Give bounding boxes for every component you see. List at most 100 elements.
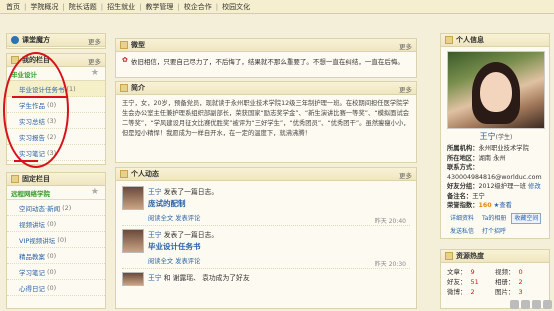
stat-value: 2: [518, 278, 523, 286]
star-icon[interactable]: ★: [91, 68, 99, 78]
feed-user-link[interactable]: 王宁: [148, 274, 162, 282]
tray-icon[interactable]: [521, 300, 530, 309]
annotation-strike: [14, 160, 38, 162]
list-item[interactable]: 学习笔记 (0): [7, 264, 105, 280]
profile-buttons: 详细资料 Ta的相册 收藏空间: [447, 212, 547, 225]
profile-buttons-2: 发送私信 打个招呼: [447, 226, 547, 238]
resource-header: 资源热度: [441, 250, 549, 263]
magic-cube-icon: [11, 36, 19, 44]
stat-value: 9: [470, 268, 475, 276]
stat-value: 0: [518, 268, 523, 276]
list-item-count: (0): [47, 283, 57, 292]
avatar[interactable]: [122, 272, 144, 286]
detail-button[interactable]: 详细资料: [447, 213, 477, 225]
feed-links[interactable]: 阅读全文 发表评论: [148, 213, 218, 222]
class-label: 好友分组：: [447, 183, 479, 190]
list-item-count: (0): [47, 251, 57, 260]
column-icon: [11, 175, 19, 183]
category-title[interactable]: 毕业设计 ★: [7, 67, 105, 81]
feed-line: 王宁 和 谢露瑶、 袁功成为了好友: [148, 272, 250, 282]
fixed-column-title: 固定栏目: [22, 175, 50, 183]
list-item-label: 实习总结: [19, 117, 45, 126]
list-item-count: (0): [47, 100, 57, 109]
feed-time: 昨天 20:40: [374, 218, 406, 225]
feed-links[interactable]: 阅读全文 发表评论: [148, 256, 218, 265]
avatar[interactable]: [122, 186, 144, 210]
nav-item-admission[interactable]: 招生就业: [107, 2, 135, 12]
note-name-label: 备注名：: [447, 192, 473, 200]
stats-row: 文章： 9 视频： 0: [447, 266, 543, 276]
greet-button[interactable]: 打个招呼: [479, 226, 509, 238]
tray-icon[interactable]: [510, 300, 519, 309]
intro-icon: [120, 84, 128, 92]
class-panel-header: 课堂魔方 更多: [7, 34, 105, 47]
profile-photo[interactable]: [447, 51, 545, 129]
class-panel: 课堂魔方 更多: [6, 33, 106, 49]
resource-icon: [445, 252, 453, 260]
stats-row: 微博： 2 图片： 3: [447, 286, 543, 296]
list-item[interactable]: 实习笔记 (3): [7, 145, 105, 161]
my-column-more-link[interactable]: 更多: [88, 56, 101, 66]
list-item[interactable]: 精品教案 (0): [7, 248, 105, 264]
honor-value: 160: [478, 202, 492, 209]
profile-name: 王宁(学生): [441, 131, 551, 142]
feed-item: 王宁 和 谢露瑶、 袁功成为了好友: [122, 269, 410, 289]
list-item[interactable]: 视频讲坛 (0): [7, 216, 105, 232]
region-label: 所在地区：: [447, 154, 479, 162]
list-item[interactable]: 毕业设计任务书 (1): [7, 81, 105, 97]
stat-label: 微博：: [447, 288, 467, 296]
nav-item-teaching[interactable]: 教学管理: [145, 2, 173, 12]
collect-space-button[interactable]: 收藏空间: [511, 212, 542, 224]
message-button[interactable]: 发送私信: [447, 226, 477, 238]
resource-title: 资源热度: [456, 252, 484, 260]
list-item[interactable]: 心得日记 (0): [7, 280, 105, 296]
stat-value: 3: [518, 288, 523, 296]
list-item[interactable]: 空间动态·新闻 (2): [7, 200, 105, 216]
profile-header: 个人信息: [441, 34, 549, 47]
nav-item-cooperation[interactable]: 校企合作: [184, 2, 212, 12]
feed-user-link[interactable]: 王宁: [148, 188, 162, 196]
list-item-label: 实习笔记: [19, 149, 45, 158]
tray-icon[interactable]: [532, 300, 541, 309]
feed-title-link[interactable]: 毕业设计任务书: [148, 241, 218, 252]
intro-more-link[interactable]: 更多: [399, 84, 412, 94]
list-item[interactable]: 实习报告 (2): [7, 129, 105, 145]
list-item[interactable]: VIP视频讲坛 (0): [7, 232, 105, 248]
list-item-label: 视频讲坛: [19, 220, 45, 229]
nav-item-home[interactable]: 首页: [6, 2, 20, 12]
profile-panel: 个人信息 王宁(学生) 所属机构：永州职业技术学院 所在地区：湖南 永州 联系方…: [440, 33, 550, 239]
dynamics-header: 个人动态 更多: [116, 168, 416, 181]
feed-user-link[interactable]: 王宁: [148, 231, 162, 239]
stat-label: 好友：: [447, 278, 467, 286]
stat-label: 图片：: [495, 288, 515, 296]
list-item-label: 学习笔记: [19, 268, 45, 277]
dynamics-panel: 个人动态 更多 王宁 发表了一篇日志。 庞试的配制 阅读全文 发表评论 昨天 2…: [115, 167, 417, 309]
dynamics-more-link[interactable]: 更多: [399, 170, 412, 180]
tray-icon[interactable]: [543, 300, 552, 309]
nav-item-overview[interactable]: 学院概况: [30, 2, 58, 12]
class-panel-more-link[interactable]: 更多: [88, 36, 101, 46]
nav-item-culture[interactable]: 校园文化: [222, 2, 250, 12]
avatar[interactable]: [122, 229, 144, 253]
category-title[interactable]: 远程网络学院 ★: [7, 186, 105, 200]
fixed-column-header: 固定栏目: [7, 173, 105, 186]
list-item[interactable]: 实习总结 (3): [7, 113, 105, 129]
mood-text: 依旧相信，只要自己尽力了，不后悔了，结果就不那么重要了。不想一直在纠结，一直在后…: [130, 58, 404, 66]
album-button[interactable]: Ta的相册: [479, 213, 509, 225]
list-item-count: (2): [62, 203, 72, 212]
contact-value: 430004984816@worlduc.com: [447, 173, 542, 181]
region-value: 湖南 永州: [478, 154, 506, 162]
nav-item-president[interactable]: 院长话题: [69, 2, 97, 12]
class-edit-link[interactable]: 修改: [528, 183, 541, 190]
list-item-count: (0): [47, 267, 57, 276]
dynamics-title: 个人动态: [131, 170, 159, 178]
honor-view-link[interactable]: ★查看: [494, 202, 512, 209]
feed-title-link[interactable]: 庞试的配制: [148, 198, 218, 209]
mood-more-link[interactable]: 更多: [399, 41, 412, 51]
stat-label: 文章：: [447, 268, 467, 276]
list-item[interactable]: 学生作品 (0): [7, 97, 105, 113]
list-item-count: (0): [47, 219, 57, 228]
feed-line: 王宁 发表了一篇日志。: [148, 186, 218, 196]
star-icon[interactable]: ★: [91, 187, 99, 197]
annotation-underline: [12, 96, 68, 98]
